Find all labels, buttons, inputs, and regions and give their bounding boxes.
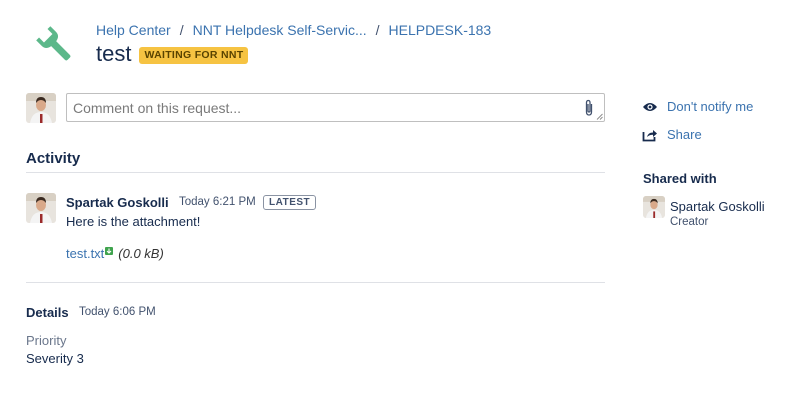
paperclip-icon[interactable]	[584, 99, 594, 117]
resize-handle-icon[interactable]	[596, 113, 603, 120]
latest-badge: LATEST	[263, 195, 317, 210]
eye-icon	[643, 102, 657, 111]
details-heading: Details	[26, 305, 69, 320]
details-timestamp: Today 6:06 PM	[79, 306, 156, 318]
share-label: Share	[667, 127, 702, 142]
request-header: test WAITING FOR NNT	[96, 41, 249, 67]
page-title: test	[96, 41, 132, 66]
shared-user-role: Creator	[670, 216, 709, 228]
comment-placeholder: Comment on this request...	[73, 100, 242, 116]
attachment-size: (0.0 kB)	[118, 246, 164, 261]
activity-divider	[26, 172, 605, 173]
comment-author: Spartak Goskolli	[66, 195, 169, 210]
details-divider	[26, 282, 605, 283]
breadcrumb-issue-key[interactable]: HELPDESK-183	[389, 22, 492, 38]
dont-notify-button[interactable]: Don't notify me	[642, 99, 753, 114]
breadcrumb-separator: /	[375, 22, 380, 38]
breadcrumb-separator: /	[179, 22, 184, 38]
priority-value: Severity 3	[26, 351, 84, 366]
shared-user-name: Spartak Goskolli	[670, 199, 765, 214]
shared-user-avatar	[643, 196, 665, 218]
attachment-row: test.txt (0.0 kB)	[66, 246, 164, 261]
download-icon[interactable]	[105, 246, 114, 255]
dont-notify-label: Don't notify me	[667, 99, 754, 114]
share-button[interactable]: Share	[642, 127, 702, 142]
comment-timestamp: Today 6:21 PM	[179, 196, 256, 208]
shared-with-heading: Shared with	[643, 171, 717, 186]
attachment-link[interactable]: test.txt	[66, 246, 104, 261]
breadcrumb-service-desk[interactable]: NNT Helpdesk Self-Servic...	[193, 22, 367, 38]
breadcrumb-help-center[interactable]: Help Center	[96, 22, 171, 38]
wrench-logo-icon	[36, 26, 71, 61]
activity-heading: Activity	[26, 150, 81, 167]
comment-body: Here is the attachment!	[66, 214, 201, 229]
status-badge: WAITING FOR NNT	[139, 47, 249, 64]
author-avatar	[26, 193, 56, 223]
priority-label: Priority	[26, 333, 67, 348]
current-user-avatar	[26, 93, 56, 123]
share-icon	[642, 129, 657, 141]
breadcrumb: Help Center / NNT Helpdesk Self-Servic..…	[96, 22, 491, 38]
comment-input[interactable]: Comment on this request...	[66, 93, 605, 122]
